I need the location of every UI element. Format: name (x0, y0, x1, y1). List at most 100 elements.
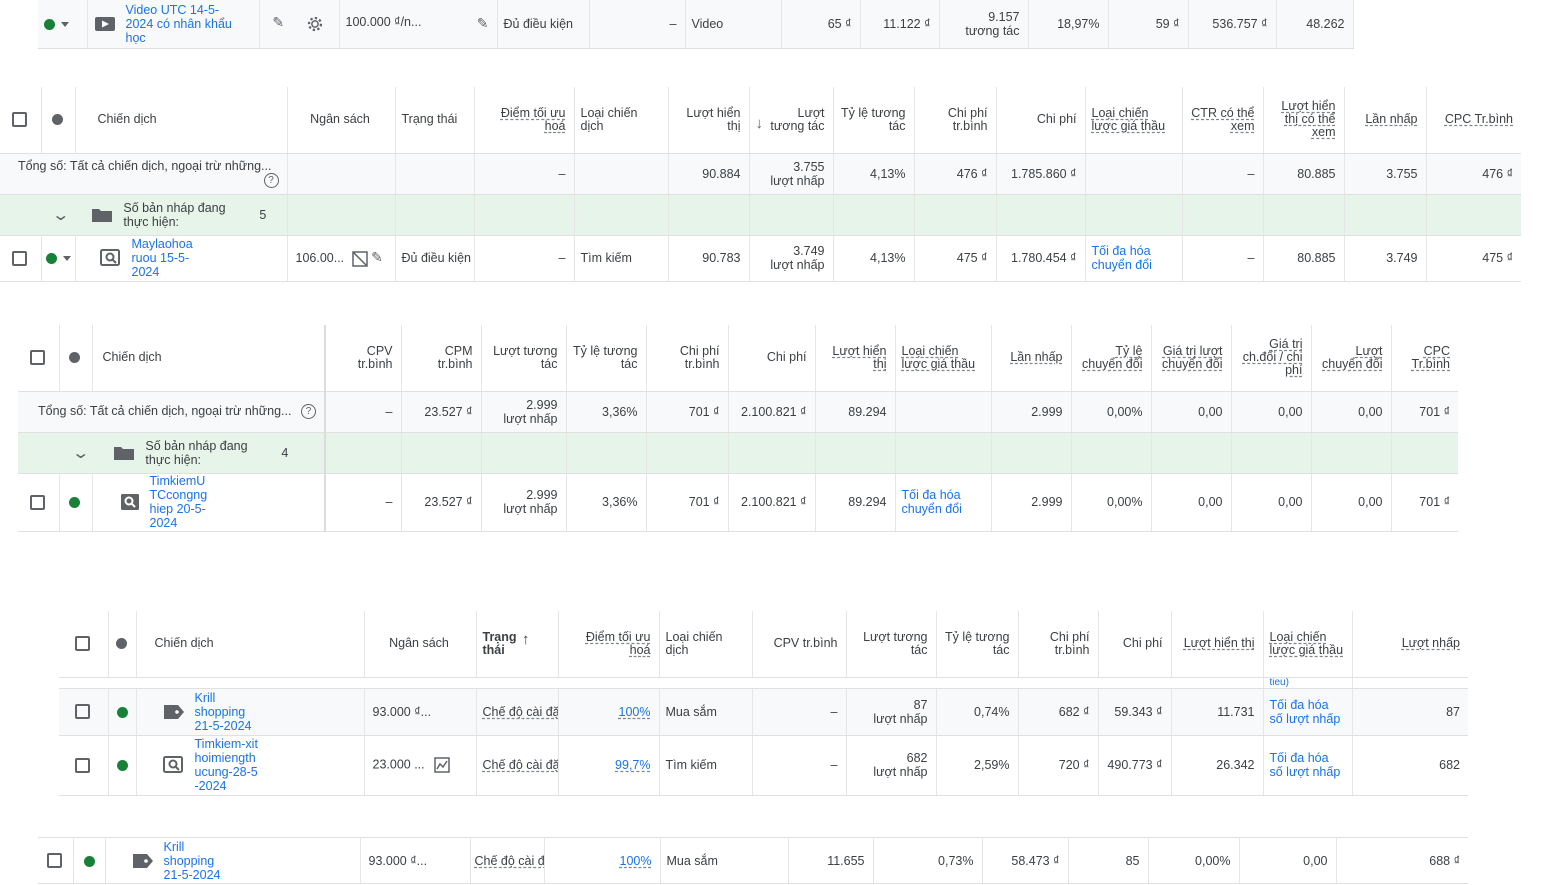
row-checkbox[interactable] (29, 494, 45, 510)
status-header[interactable] (59, 325, 93, 392)
select-all-checkbox[interactable] (29, 350, 45, 366)
status-link[interactable]: Chế độ cài đặ (483, 758, 558, 772)
sort-down-arrow-icon[interactable]: ↓ (756, 116, 764, 131)
status-header[interactable] (41, 87, 76, 154)
header-cpv[interactable]: CPV tr.bình (752, 611, 847, 678)
row-checkbox[interactable] (11, 250, 27, 266)
chart-icon[interactable] (434, 757, 450, 773)
header-cpm[interactable]: CPM tr.bình (401, 325, 482, 392)
table-row[interactable]: Timkiem-xithoimiengthucung-28-5-2024 23.… (59, 735, 1468, 796)
campaign-name-link[interactable]: TimkiemUTCcongnghiep 20-5-2024 (150, 474, 210, 530)
select-all-checkbox-cell[interactable] (18, 325, 60, 392)
select-all-checkbox-cell[interactable] (0, 87, 42, 154)
row-status[interactable] (108, 688, 137, 736)
chevron-down-icon[interactable]: ⌄ (71, 443, 90, 463)
status-link[interactable]: Chế độ cài đặ (483, 705, 558, 719)
edit-budget-icon[interactable]: ✎ (371, 249, 383, 265)
header-rate[interactable]: Tỷ lệ tương tác (566, 325, 647, 392)
budget-cell[interactable]: 93.000 ₫... (360, 837, 471, 884)
bid-strategy-link[interactable]: Tối đa hóa số lượt nhấp (1270, 751, 1341, 779)
header-budget[interactable]: Ngân sách (364, 611, 477, 678)
header-type[interactable]: Loại chiến dịch (574, 87, 669, 154)
budget-cell[interactable]: 106.00... ✎ (287, 235, 396, 282)
campaign-name-cell[interactable]: Krill shopping 21-5-2024 (136, 688, 365, 736)
score-link[interactable]: 100% (619, 705, 651, 719)
no-chart-icon[interactable] (351, 251, 368, 267)
row-checkbox-cell[interactable] (59, 735, 109, 796)
header-cost[interactable]: Chi phí (728, 325, 816, 392)
header-viewimpr[interactable]: Lượt hiển thị có thể xem (1263, 87, 1345, 154)
status-header[interactable] (108, 611, 137, 678)
header-campaign[interactable]: Chiến dịch (92, 325, 326, 392)
header-conversions[interactable]: Lượt chuyển đổi (1311, 325, 1392, 392)
header-ctrview[interactable]: CTR có thể xem (1182, 87, 1264, 154)
header-status[interactable]: Trạng thái ↑ (476, 611, 559, 678)
header-rate[interactable]: Tỷ lệ tương tác (833, 87, 915, 154)
row-checkbox[interactable] (46, 853, 62, 869)
select-all-checkbox[interactable] (74, 636, 90, 652)
chevron-down-icon[interactable]: ⌄ (51, 205, 70, 225)
budget-cell[interactable]: 23.000 ... (364, 735, 477, 796)
score-link[interactable]: 100% (620, 854, 652, 868)
header-avgcost[interactable]: Chi phí tr.bình (1018, 611, 1099, 678)
header-campaign[interactable]: Chiến dịch (75, 87, 288, 154)
draft-group-row[interactable]: ⌄ Số bản nháp đang thực hiện: 4 (18, 432, 326, 474)
header-valuecost[interactable]: Giá trị ch.đổi / chi phí (1231, 325, 1312, 392)
gear-icon[interactable] (306, 15, 324, 33)
header-cpv[interactable]: CPV tr.bình (325, 325, 402, 392)
campaign-name-link[interactable]: Krill shopping 21-5-2024 (164, 840, 228, 882)
row-checkbox[interactable] (74, 757, 90, 773)
header-cpc[interactable]: CPC Tr.bình (1426, 87, 1521, 154)
header-bid[interactable]: Loại chiến lược giá thầu (1263, 611, 1353, 678)
campaign-name-cell[interactable]: Timkiem-xithoimiengthucung-28-5-2024 (136, 735, 365, 796)
table-row[interactable]: Krill shopping 21-5-2024 93.000 ₫... Chế… (38, 837, 1468, 884)
bid-strategy-link[interactable]: Tối đa hóa chuyển đổi (1092, 244, 1152, 272)
campaign-name-cell[interactable]: TimkiemUTCcongnghiep 20-5-2024 (92, 473, 326, 532)
header-impressions[interactable]: Lượt hiển thị (815, 325, 896, 392)
header-cost[interactable]: Chi phí (1098, 611, 1172, 678)
header-rate[interactable]: Tỷ lệ tương tác (936, 611, 1019, 678)
status-dropdown-icon[interactable] (62, 256, 71, 262)
table-row[interactable]: Krill shopping 21-5-2024 93.000 ₫... Chế… (59, 688, 1468, 736)
header-score[interactable]: Điểm tối ưu hoá (558, 611, 660, 678)
header-cpc[interactable]: CPC Tr.bình (1391, 325, 1458, 392)
header-impressions[interactable]: Lượt hiển thị (1171, 611, 1264, 678)
sort-up-arrow-icon[interactable]: ↑ (522, 632, 530, 647)
header-bidstrategy[interactable]: Loại chiến lược giá thầu (1085, 87, 1183, 154)
select-all-checkbox[interactable] (11, 112, 27, 128)
header-interactions[interactable]: Lượt tương tác (481, 325, 567, 392)
campaign-name-cell[interactable]: Krill shopping 21-5-2024 (105, 837, 361, 884)
row-status[interactable] (41, 235, 76, 282)
header-clicks[interactable]: Lần nhấp (991, 325, 1072, 392)
header-type[interactable]: Loại chiến dịch (659, 611, 753, 678)
select-all-checkbox-cell[interactable] (59, 611, 109, 678)
campaign-name-link[interactable]: Video UTC 14-5-2024 có nhân khẩu học (126, 3, 246, 45)
header-clicks[interactable]: Lượt nhấp (1352, 611, 1468, 678)
row-checkbox[interactable] (74, 704, 90, 720)
header-interactions[interactable]: ↓ Lượt tương tác (749, 87, 834, 154)
help-icon[interactable]: ? (301, 404, 316, 419)
campaign-name-link[interactable]: Maylaohoa ruou 15-5-2024 (132, 237, 196, 279)
header-interactions[interactable]: Lượt tương tác (846, 611, 937, 678)
header-cost[interactable]: Chi phí (996, 87, 1086, 154)
row-checkbox-cell[interactable] (0, 235, 42, 282)
header-budget[interactable]: Ngân sách (287, 87, 396, 154)
header-score[interactable]: Điểm tối ưu hoá (474, 87, 575, 154)
status-link[interactable]: Chế độ cài đặ (475, 854, 544, 868)
row-status[interactable] (73, 837, 106, 884)
edit-pencil-icon[interactable]: ✎ (272, 14, 284, 30)
campaign-name-link[interactable]: Timkiem-xithoimiengthucung-28-5-2024 (195, 737, 259, 793)
row-status[interactable] (59, 473, 93, 532)
header-avgcost[interactable]: Chi phí tr.bình (646, 325, 729, 392)
score-link[interactable]: 99,7% (615, 758, 650, 772)
campaign-name-link[interactable]: Krill shopping 21-5-2024 (195, 691, 259, 733)
header-convrate[interactable]: Tỷ lệ chuyển đổi (1071, 325, 1152, 392)
campaign-name-cell[interactable]: Maylaohoa ruou 15-5-2024 (75, 235, 288, 282)
header-impressions[interactable]: Lượt hiển thị (668, 87, 750, 154)
bid-strategy-link[interactable]: Tối đa hóa chuyển đổi (902, 488, 962, 516)
campaign-name-cell[interactable]: Video UTC 14-5-2024 có nhân khẩu học (87, 0, 260, 49)
row-status[interactable] (108, 735, 137, 796)
row-checkbox-cell[interactable] (18, 473, 60, 532)
header-campaign[interactable]: Chiến dịch (136, 611, 365, 678)
draft-group-row[interactable]: ⌄ Số bản nháp đang thực hiện: 5 (0, 194, 288, 236)
